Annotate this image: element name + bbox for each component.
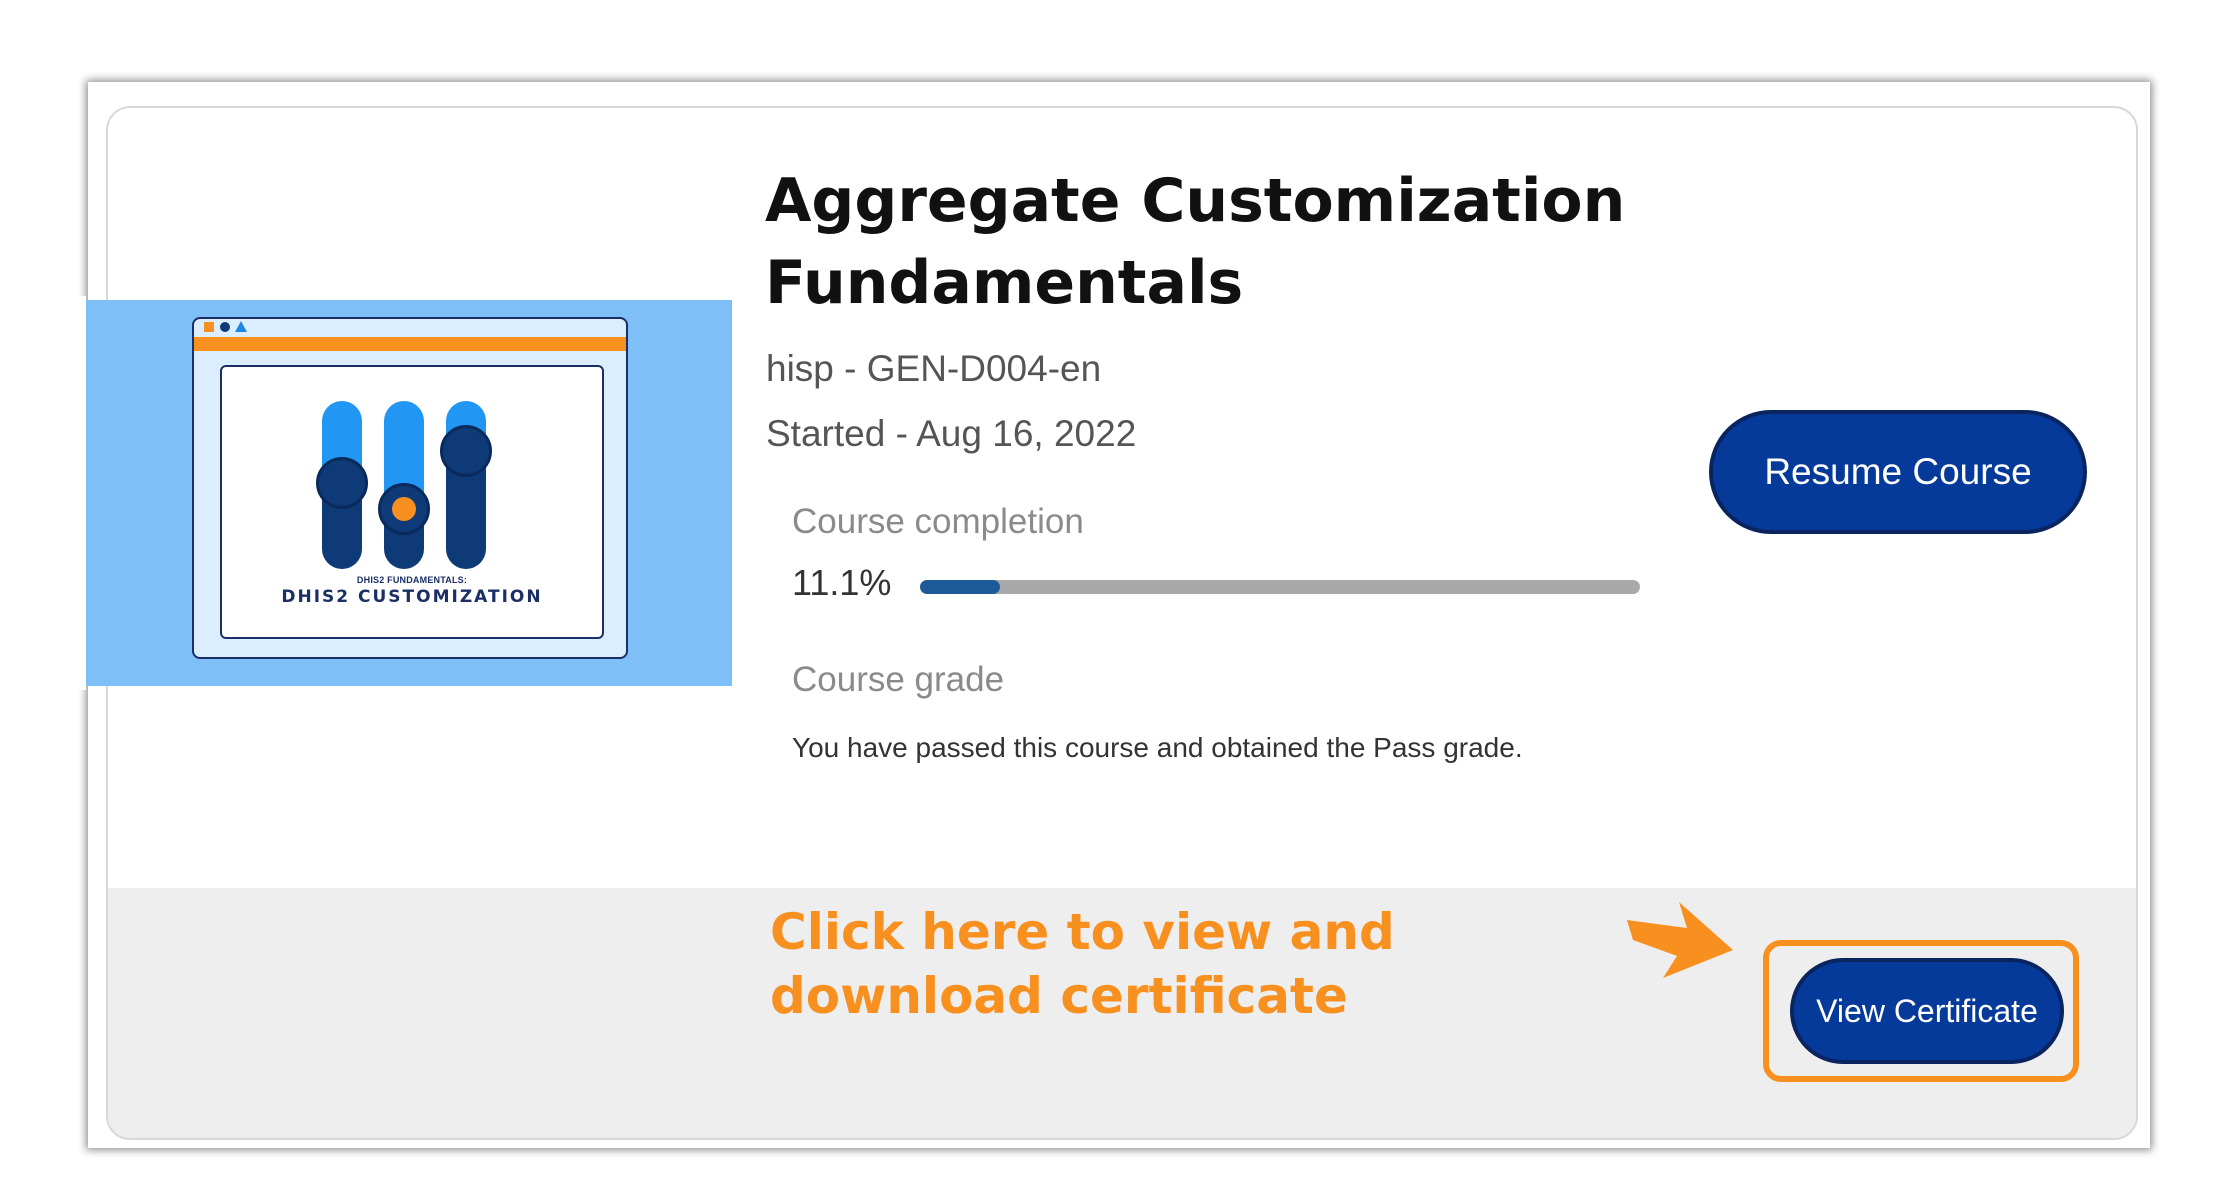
view-certificate-button[interactable]: View Certificate <box>1790 958 2064 1064</box>
window-square-icon <box>204 322 214 332</box>
thumbnail-window-illustration: DHIS2 FUNDAMENTALS: DHIS2 CUSTOMIZATION <box>192 317 628 659</box>
slider-knob-1 <box>316 457 368 509</box>
completion-progress-fill <box>920 580 1000 594</box>
course-thumbnail[interactable]: DHIS2 FUNDAMENTALS: DHIS2 CUSTOMIZATION <box>86 300 732 686</box>
grade-status-text: You have passed this course and obtained… <box>792 732 1523 763</box>
thumbnail-title: DHIS2 CUSTOMIZATION <box>281 587 543 607</box>
thumbnail-window-bar <box>194 337 626 351</box>
resume-course-button[interactable]: Resume Course <box>1709 410 2087 534</box>
slider-knob-center <box>392 497 416 521</box>
arrow-right-icon <box>1627 902 1733 978</box>
slider-icon: DHIS2 FUNDAMENTALS: DHIS2 CUSTOMIZATION <box>220 365 604 639</box>
completion-percent: 11.1% <box>792 562 892 603</box>
certificate-callout: Click here to view and download certific… <box>770 903 1395 1025</box>
course-title[interactable]: Aggregate Customization Fundamentals <box>765 160 1665 324</box>
completion-progress-bar <box>920 580 1640 594</box>
course-code: hisp - GEN-D004-en <box>766 348 1102 389</box>
slider-knob-3 <box>440 425 492 477</box>
thumbnail-subtitle: DHIS2 FUNDAMENTALS: <box>356 575 468 585</box>
completion-label: Course completion <box>792 502 1084 541</box>
grade-label: Course grade <box>792 660 1005 699</box>
window-triangle-icon <box>235 321 247 332</box>
slider-knob-2 <box>378 483 430 535</box>
course-start-date: Started - Aug 16, 2022 <box>766 413 1137 454</box>
thumbnail-edge <box>72 296 86 690</box>
window-circle-icon <box>220 322 230 332</box>
